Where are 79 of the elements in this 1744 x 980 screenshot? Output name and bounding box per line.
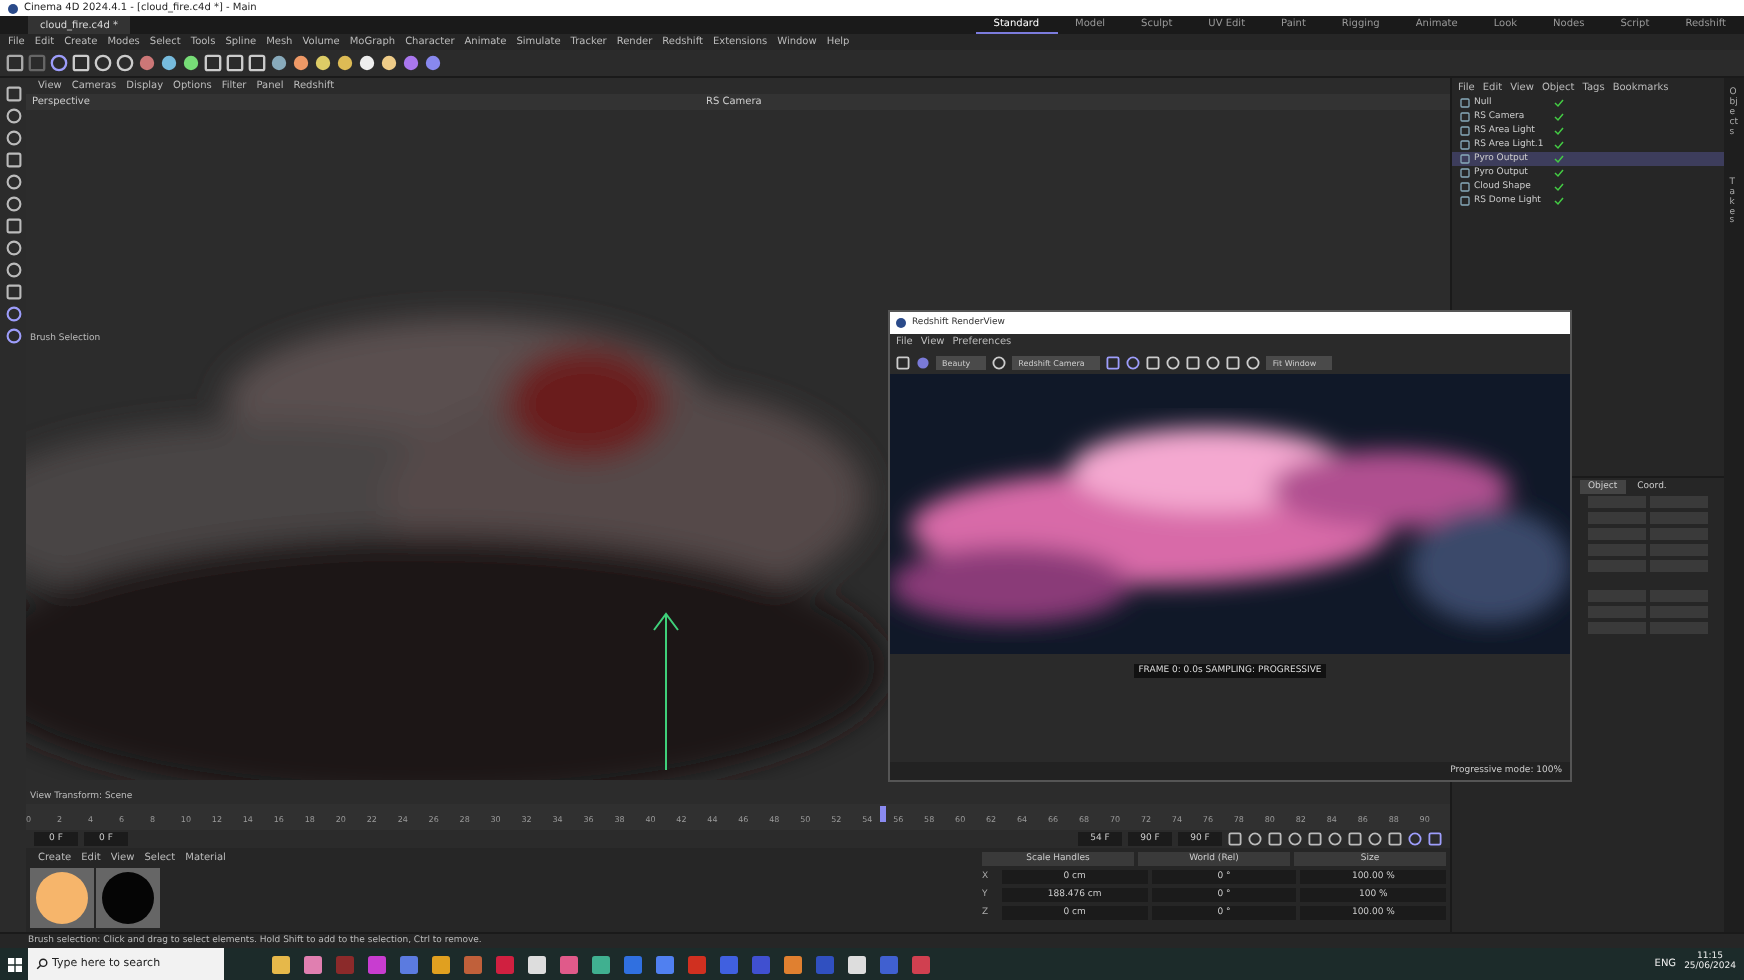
square-icon[interactable] xyxy=(5,86,21,102)
square-icon[interactable] xyxy=(1460,196,1470,206)
circle-icon[interactable] xyxy=(1248,832,1262,846)
square-icon[interactable] xyxy=(1428,832,1442,846)
dot-icon[interactable] xyxy=(424,54,442,72)
square-icon[interactable] xyxy=(1228,832,1242,846)
square-icon[interactable] xyxy=(1460,98,1470,108)
circle-icon[interactable] xyxy=(5,306,21,322)
app-square-icon xyxy=(495,955,513,973)
app-square-icon xyxy=(911,955,929,973)
dot-icon[interactable] xyxy=(314,54,332,72)
app-logo-icon xyxy=(896,318,906,328)
square-icon[interactable] xyxy=(6,54,24,72)
dot-icon[interactable] xyxy=(402,54,420,72)
search-icon xyxy=(36,958,48,970)
square-icon[interactable] xyxy=(5,152,21,168)
dot-icon[interactable] xyxy=(380,54,398,72)
playhead[interactable] xyxy=(880,806,887,822)
app-square-icon xyxy=(271,955,289,973)
square-icon[interactable] xyxy=(5,218,21,234)
square-icon[interactable] xyxy=(1460,182,1470,192)
circle-icon[interactable] xyxy=(5,240,21,256)
axis-arrow-icon xyxy=(652,610,680,770)
app-square-icon xyxy=(655,955,673,973)
app-square-icon xyxy=(463,955,481,973)
app-square-icon xyxy=(559,955,577,973)
circle-icon[interactable] xyxy=(1328,832,1342,846)
app-square-icon xyxy=(527,955,545,973)
circle-icon[interactable] xyxy=(94,54,112,72)
dot-icon[interactable] xyxy=(336,54,354,72)
square-icon[interactable] xyxy=(1308,832,1322,846)
app-square-icon xyxy=(847,955,865,973)
app-square-icon xyxy=(367,955,385,973)
app-square-icon xyxy=(303,955,321,973)
app-square-icon xyxy=(431,955,449,973)
app-square-icon xyxy=(815,955,833,973)
circle-icon[interactable] xyxy=(1206,355,1221,369)
square-icon[interactable] xyxy=(1460,126,1470,136)
square-icon[interactable] xyxy=(1268,832,1282,846)
circle-icon[interactable] xyxy=(5,130,21,146)
app-square-icon xyxy=(719,955,737,973)
dot-icon[interactable] xyxy=(160,54,178,72)
circle-icon[interactable] xyxy=(1246,355,1261,369)
circle-icon[interactable] xyxy=(5,108,21,124)
circle-icon[interactable] xyxy=(5,262,21,278)
circle-icon[interactable] xyxy=(1408,832,1422,846)
circle-icon[interactable] xyxy=(992,355,1007,369)
circle-icon[interactable] xyxy=(5,328,21,344)
square-icon[interactable] xyxy=(1348,832,1362,846)
circle-icon[interactable] xyxy=(1288,832,1302,846)
square-icon[interactable] xyxy=(1460,154,1470,164)
square-icon[interactable] xyxy=(1460,168,1470,178)
app-square-icon xyxy=(687,955,705,973)
circle-icon[interactable] xyxy=(1368,832,1382,846)
app-square-icon xyxy=(783,955,801,973)
windows-logo-icon xyxy=(7,957,21,971)
app-square-icon xyxy=(591,955,609,973)
app-square-icon xyxy=(335,955,353,973)
dot-icon[interactable] xyxy=(292,54,310,72)
circle-icon[interactable] xyxy=(50,54,68,72)
app-square-icon xyxy=(879,955,897,973)
app-logo-icon xyxy=(8,3,18,13)
circle-icon[interactable] xyxy=(1126,355,1141,369)
square-icon[interactable] xyxy=(5,284,21,300)
square-icon[interactable] xyxy=(1460,140,1470,150)
app-square-icon xyxy=(399,955,417,973)
circle-icon[interactable] xyxy=(5,174,21,190)
circle-icon[interactable] xyxy=(116,54,134,72)
square-icon[interactable] xyxy=(1106,355,1121,369)
app-square-icon xyxy=(623,955,641,973)
circle-icon[interactable] xyxy=(1166,355,1181,369)
dot-icon[interactable] xyxy=(138,54,156,72)
circle-icon[interactable] xyxy=(5,196,21,212)
square-icon[interactable] xyxy=(1460,112,1470,122)
dot-icon[interactable] xyxy=(270,54,288,72)
dot-icon[interactable] xyxy=(182,54,200,72)
square-icon[interactable] xyxy=(1388,832,1402,846)
dot-icon[interactable] xyxy=(358,54,376,72)
app-square-icon xyxy=(751,955,769,973)
